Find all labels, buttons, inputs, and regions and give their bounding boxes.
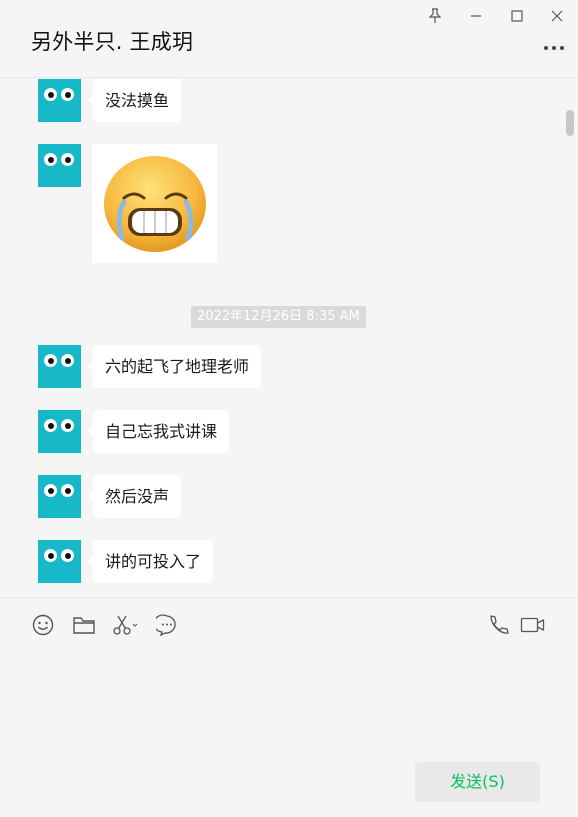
send-button[interactable]: 发送(S)	[415, 762, 540, 802]
message-bubble[interactable]: 讲的可投入了	[87, 540, 214, 583]
message-timestamp: 2022年12月26日 8:35 AM	[191, 306, 366, 328]
avatar[interactable]	[38, 475, 81, 518]
avatar[interactable]	[38, 410, 81, 453]
pin-icon[interactable]	[423, 4, 447, 28]
message-row: 没法摸鱼	[38, 79, 182, 122]
avatar[interactable]	[38, 144, 81, 187]
maximize-icon[interactable]	[505, 4, 529, 28]
message-bubble[interactable]: 然后没声	[87, 475, 182, 518]
avatar[interactable]	[38, 540, 81, 583]
scissors-icon[interactable]	[111, 612, 141, 638]
message-row: 自己忘我式讲课	[38, 410, 230, 453]
close-icon[interactable]	[545, 4, 569, 28]
message-row: 然后没声	[38, 475, 182, 518]
message-bubble[interactable]: 自己忘我式讲课	[87, 410, 230, 453]
emoji-icon[interactable]	[30, 612, 56, 638]
avatar[interactable]	[38, 345, 81, 388]
input-toolbar	[0, 597, 578, 654]
message-list[interactable]: 没法摸鱼 2022年12月26日 8:35 AM 六的起飞了地理老师 自己忘我式…	[0, 78, 578, 597]
more-options-icon[interactable]	[542, 38, 566, 58]
message-row: 讲的可投入了	[38, 540, 214, 583]
message-row	[38, 144, 217, 263]
sticker-image[interactable]	[92, 144, 217, 263]
grimacing-crying-emoji-icon	[103, 155, 206, 252]
message-row: 六的起飞了地理老师	[38, 345, 262, 388]
chat-title: 另外半只. 王成玥	[31, 30, 194, 54]
scrollbar-thumb[interactable]	[566, 110, 574, 136]
message-bubble[interactable]: 没法摸鱼	[87, 79, 182, 122]
phone-icon[interactable]	[485, 612, 511, 638]
chat-window: 另外半只. 王成玥 没法摸鱼 2022年12月26日 8:35 AM 六的起飞了…	[0, 0, 578, 817]
video-call-icon[interactable]	[519, 612, 547, 638]
chat-history-icon[interactable]	[154, 612, 180, 638]
avatar[interactable]	[38, 79, 81, 122]
message-input[interactable]	[0, 653, 578, 753]
message-bubble[interactable]: 六的起飞了地理老师	[87, 345, 262, 388]
minimize-icon[interactable]	[464, 4, 488, 28]
title-bar: 另外半只. 王成玥	[0, 0, 578, 78]
folder-icon[interactable]	[71, 612, 97, 638]
